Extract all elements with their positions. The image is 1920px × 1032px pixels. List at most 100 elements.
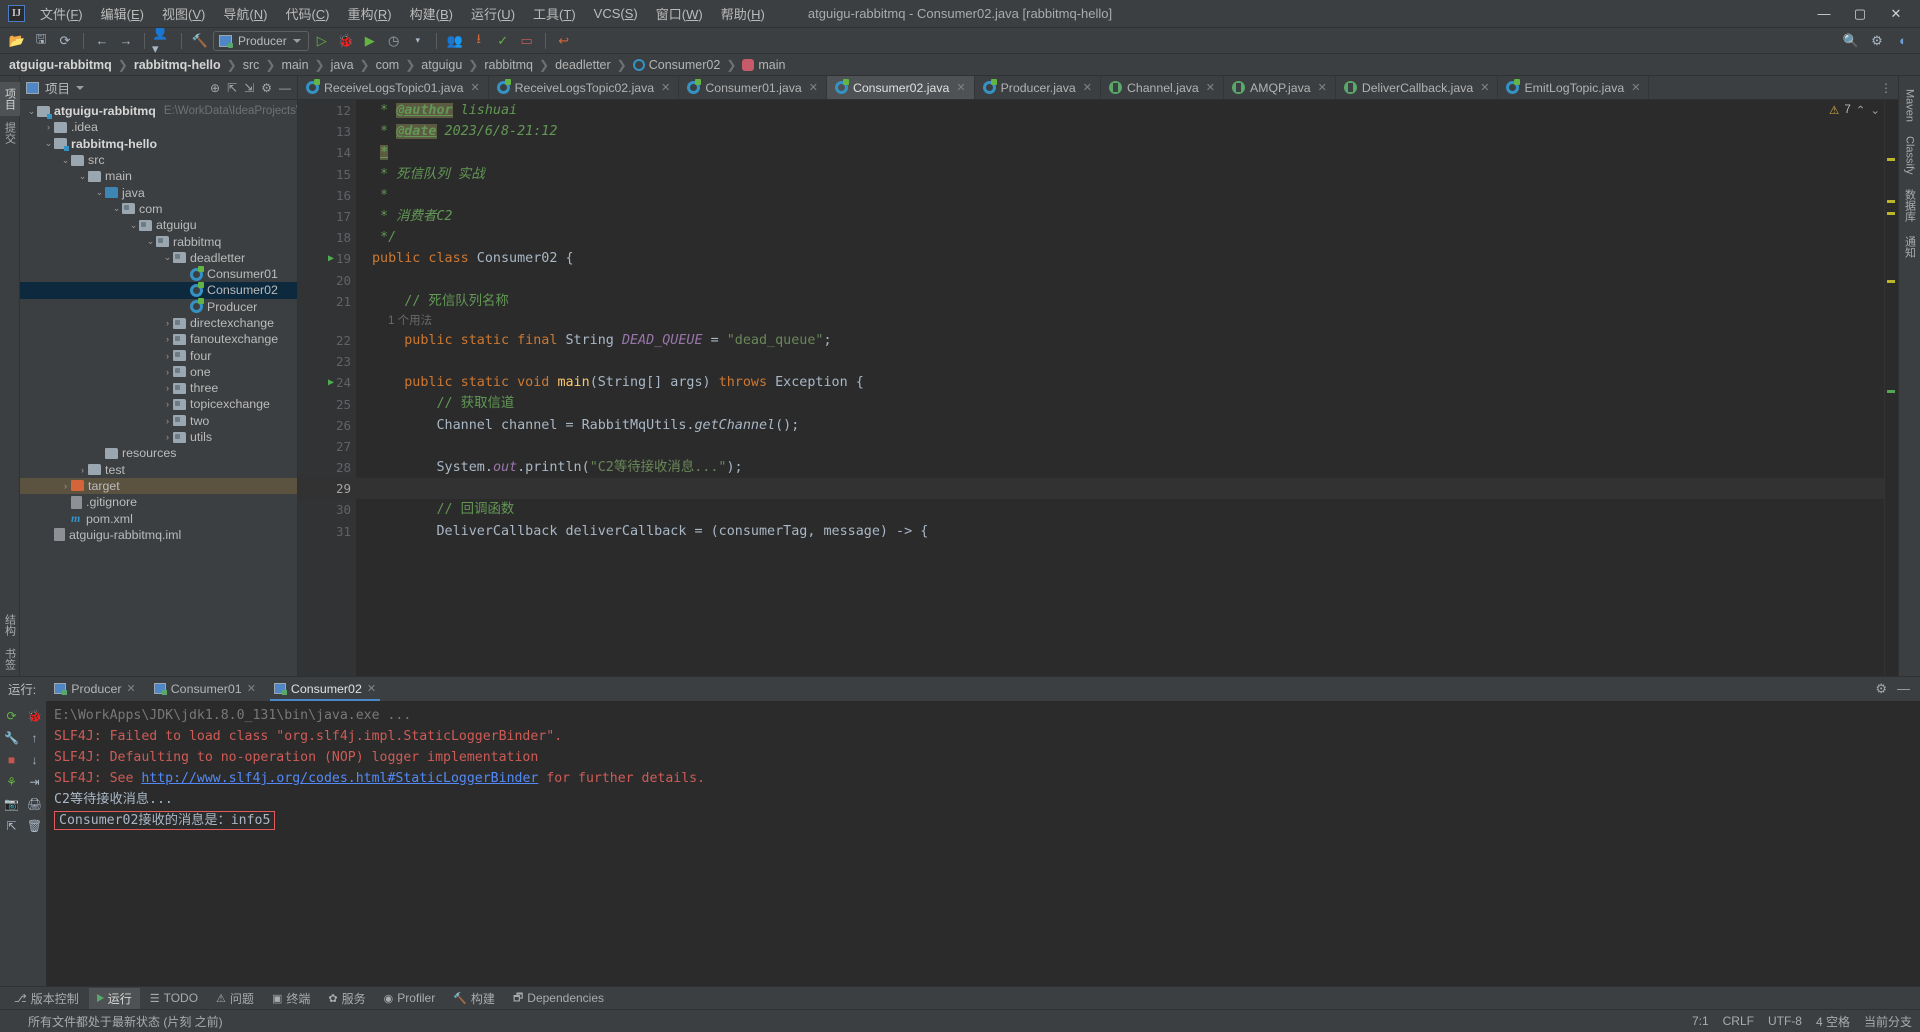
- rollback-icon[interactable]: ↩: [553, 30, 575, 52]
- run-gutter-icon[interactable]: ▶: [328, 253, 334, 264]
- editor-tab-channel[interactable]: Channel.java ✕: [1101, 76, 1224, 99]
- tree-node-one[interactable]: › one: [20, 364, 297, 380]
- chevron-down-icon[interactable]: ⌄: [111, 203, 122, 214]
- breadcrumb-item-deadletter[interactable]: deadletter: [554, 58, 612, 72]
- hide-panel-icon[interactable]: —: [1897, 681, 1910, 697]
- menu-item-1[interactable]: 编辑(E): [92, 0, 153, 27]
- menu-item-5[interactable]: 重构(R): [339, 0, 401, 27]
- project-tree[interactable]: ⌄ atguigu-rabbitmq E:\WorkData\IdeaProject…: [20, 100, 297, 676]
- tool-window--[interactable]: ⎇ 版本控制: [6, 988, 87, 1009]
- tool-strip-project[interactable]: 项目: [0, 82, 20, 116]
- menu-item-6[interactable]: 构建(B): [401, 0, 462, 27]
- editor-tab-receivelogstopic01[interactable]: ReceiveLogsTopic01.java ✕: [298, 76, 489, 99]
- tree-node-test[interactable]: › test: [20, 462, 297, 478]
- caret-position[interactable]: 7:1: [1692, 1014, 1709, 1028]
- code-line[interactable]: System.out.println("C2等待接收消息...");: [356, 457, 1884, 478]
- tree-node-three[interactable]: › three: [20, 380, 297, 396]
- chevron-up-icon[interactable]: ⌃: [1856, 103, 1866, 117]
- menu-item-10[interactable]: 窗口(W): [647, 0, 712, 27]
- code-line[interactable]: *: [356, 185, 1884, 206]
- breadcrumb-item-consumer02[interactable]: Consumer02: [632, 58, 722, 72]
- breadcrumb-item-atguigu-rabbitmq[interactable]: atguigu-rabbitmq: [8, 58, 113, 72]
- close-icon[interactable]: ✕: [1631, 81, 1640, 94]
- tool-window--[interactable]: ⚠ 问题: [208, 988, 262, 1009]
- forward-arrow-icon[interactable]: →: [115, 30, 137, 52]
- team-icon[interactable]: 👥: [444, 30, 466, 52]
- code-line[interactable]: public class Consumer02 {: [356, 248, 1884, 269]
- tree-node-resources[interactable]: resources: [20, 445, 297, 461]
- editor-tab-receivelogstopic02[interactable]: ReceiveLogsTopic02.java ✕: [489, 76, 680, 99]
- tree-node-main[interactable]: ⌄ main: [20, 168, 297, 184]
- chevron-down-icon[interactable]: ⌄: [162, 252, 173, 263]
- tree-node-utils[interactable]: › utils: [20, 429, 297, 445]
- trash-icon[interactable]: 🗑: [24, 815, 46, 836]
- vcs-history-icon[interactable]: ▭: [516, 30, 538, 52]
- tree-node-java[interactable]: ⌄ java: [20, 184, 297, 200]
- chevron-down-icon[interactable]: ⌄: [77, 171, 88, 182]
- tree-node--gitignore[interactable]: .gitignore: [20, 494, 297, 510]
- code-line[interactable]: public static final String DEAD_QUEUE = …: [356, 330, 1884, 351]
- tree-node-producer[interactable]: Producer: [20, 298, 297, 315]
- error-stripe[interactable]: [1884, 100, 1898, 676]
- console-link[interactable]: http://www.slf4j.org/codes.html#StaticLo…: [141, 771, 538, 786]
- tree-node-target[interactable]: › target: [20, 477, 297, 495]
- chevron-down-icon[interactable]: ⌄: [94, 187, 105, 198]
- code-line[interactable]: * 消费者C2: [356, 206, 1884, 227]
- locate-icon[interactable]: ⊕: [210, 81, 220, 95]
- save-icon[interactable]: 🖫: [30, 30, 52, 52]
- close-icon[interactable]: ✕: [1083, 81, 1092, 94]
- breadcrumb-item-rabbitmq[interactable]: rabbitmq: [483, 58, 534, 72]
- settings-gear-icon[interactable]: ⚙: [1866, 30, 1888, 52]
- tree-node-two[interactable]: › two: [20, 413, 297, 429]
- tool-window-profiler[interactable]: ◉ Profiler: [376, 989, 444, 1007]
- tree-node-fanoutexchange[interactable]: › fanoutexchange: [20, 331, 297, 347]
- user-icon[interactable]: 👤▾: [152, 25, 174, 56]
- close-icon[interactable]: ✕: [1318, 81, 1327, 94]
- back-arrow-icon[interactable]: ←: [91, 30, 113, 52]
- chevron-right-icon[interactable]: ›: [60, 481, 71, 491]
- editor-tabs-overflow-icon[interactable]: ⋮: [1874, 76, 1898, 99]
- chevron-right-icon[interactable]: ›: [43, 122, 54, 132]
- run-button-icon[interactable]: ▷: [311, 30, 333, 52]
- tree-node-four[interactable]: › four: [20, 347, 297, 363]
- soft-wrap-icon[interactable]: ⇥: [24, 771, 46, 792]
- menu-item-11[interactable]: 帮助(H): [712, 0, 774, 27]
- editor-tab-consumer02[interactable]: Consumer02.java ✕: [826, 76, 975, 99]
- search-icon[interactable]: 🔍: [1840, 30, 1862, 52]
- close-icon[interactable]: ✕: [809, 81, 818, 94]
- close-icon[interactable]: ✕: [127, 682, 136, 695]
- run-configuration-selector[interactable]: Producer: [213, 30, 309, 51]
- close-icon[interactable]: ✕: [661, 81, 670, 94]
- run-with-coverage-icon[interactable]: ▶: [359, 30, 381, 52]
- chevron-right-icon[interactable]: ›: [162, 432, 173, 442]
- run-tab-consumer01[interactable]: Consumer01 ✕: [146, 679, 264, 700]
- tool-window--[interactable]: 运行: [88, 987, 140, 1009]
- tool-window--[interactable]: ▣ 终端: [264, 988, 318, 1009]
- indent-setting[interactable]: 4 空格: [1816, 1013, 1850, 1030]
- code-line[interactable]: * @author lishuai: [356, 100, 1884, 121]
- code-line[interactable]: // 回调函数: [356, 499, 1884, 520]
- line-separator[interactable]: CRLF: [1723, 1014, 1754, 1028]
- scroll-up-icon[interactable]: ↑: [24, 727, 46, 748]
- rerun-icon[interactable]: ⟳: [1, 705, 23, 726]
- settings-gear-icon[interactable]: ⚙: [1875, 681, 1887, 697]
- profiler-icon[interactable]: ◷: [383, 30, 405, 52]
- tool-window-dependencies[interactable]: 🗗 Dependencies: [505, 987, 612, 1010]
- code-line[interactable]: * 死信队列 实战: [356, 164, 1884, 185]
- breadcrumb-item-src[interactable]: src: [242, 58, 261, 72]
- tool-window--[interactable]: 🔨 构建: [445, 988, 503, 1009]
- vcs-branch[interactable]: 当前分支: [1864, 1013, 1912, 1030]
- tool-strip-database[interactable]: 数据库: [1900, 182, 1920, 229]
- menu-item-4[interactable]: 代码(C): [276, 0, 338, 27]
- tree-node-com[interactable]: ⌄ com: [20, 201, 297, 217]
- tree-node-rabbitmq-hello[interactable]: ⌄ rabbitmq-hello: [20, 136, 297, 152]
- wrench-icon[interactable]: 🔧: [1, 727, 23, 748]
- chevron-right-icon[interactable]: ›: [162, 416, 173, 426]
- code-line[interactable]: [356, 270, 1884, 291]
- console-output[interactable]: E:\WorkApps\JDK\jdk1.8.0_131\bin\java.ex…: [46, 701, 1920, 986]
- chevron-down-icon[interactable]: [76, 85, 85, 90]
- breadcrumb-item-com[interactable]: com: [375, 58, 401, 72]
- tool-strip-commit[interactable]: 提交: [0, 116, 20, 150]
- tree-node--idea[interactable]: › .idea: [20, 119, 297, 135]
- close-button[interactable]: ✕: [1878, 1, 1914, 27]
